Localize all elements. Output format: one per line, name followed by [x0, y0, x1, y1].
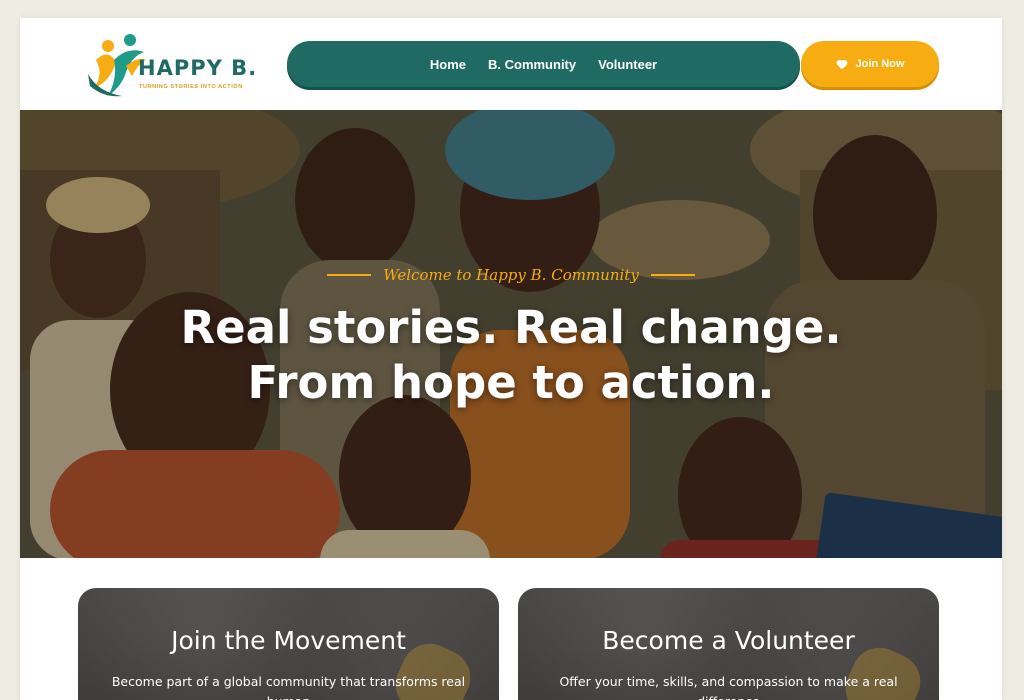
- hero-welcome: Welcome to Happy B. Community: [20, 266, 1002, 284]
- hero-title-line-1: Real stories. Real change.: [180, 301, 842, 354]
- card-title: Join the Movement: [171, 626, 406, 655]
- logo-figures-icon: [88, 34, 146, 97]
- site-header: HAPPY B. TURNING STORIES INTO ACTION Hom…: [20, 18, 1002, 110]
- logo[interactable]: HAPPY B. TURNING STORIES INTO ACTION: [86, 26, 258, 104]
- divider-right: [650, 274, 695, 276]
- card-text: Offer your time, skills, and compassion …: [559, 674, 898, 700]
- card-text: Become part of a global community that t…: [111, 674, 466, 700]
- nav-item-volunteer[interactable]: Volunteer: [598, 57, 657, 72]
- card-join-movement[interactable]: Join the Movement Become part of a globa…: [78, 588, 499, 700]
- hero-title: Real stories. Real change. From hope to …: [20, 300, 1002, 410]
- join-now-label: Join Now: [855, 58, 905, 70]
- card-title: Become a Volunteer: [602, 626, 855, 655]
- welcome-text: Welcome to Happy B. Community: [383, 266, 639, 284]
- nav-item-community[interactable]: B. Community: [488, 57, 576, 72]
- hero-title-line-2: From hope to action.: [247, 356, 775, 409]
- nav-item-home[interactable]: Home: [430, 57, 466, 72]
- main-nav: Home B. Community Volunteer: [287, 41, 800, 87]
- divider-left: [327, 274, 372, 276]
- hero-banner: Welcome to Happy B. Community Real stori…: [20, 110, 1002, 558]
- feature-cards: Join the Movement Become part of a globa…: [20, 558, 1002, 700]
- join-now-button[interactable]: Join Now: [801, 41, 939, 87]
- card-become-volunteer[interactable]: Become a Volunteer Offer your time, skil…: [518, 588, 939, 700]
- page: HAPPY B. TURNING STORIES INTO ACTION Hom…: [20, 18, 1002, 700]
- heart-icon: [836, 59, 847, 69]
- logo-title: HAPPY B.: [138, 56, 258, 80]
- logo-tagline: TURNING STORIES INTO ACTION: [139, 84, 243, 90]
